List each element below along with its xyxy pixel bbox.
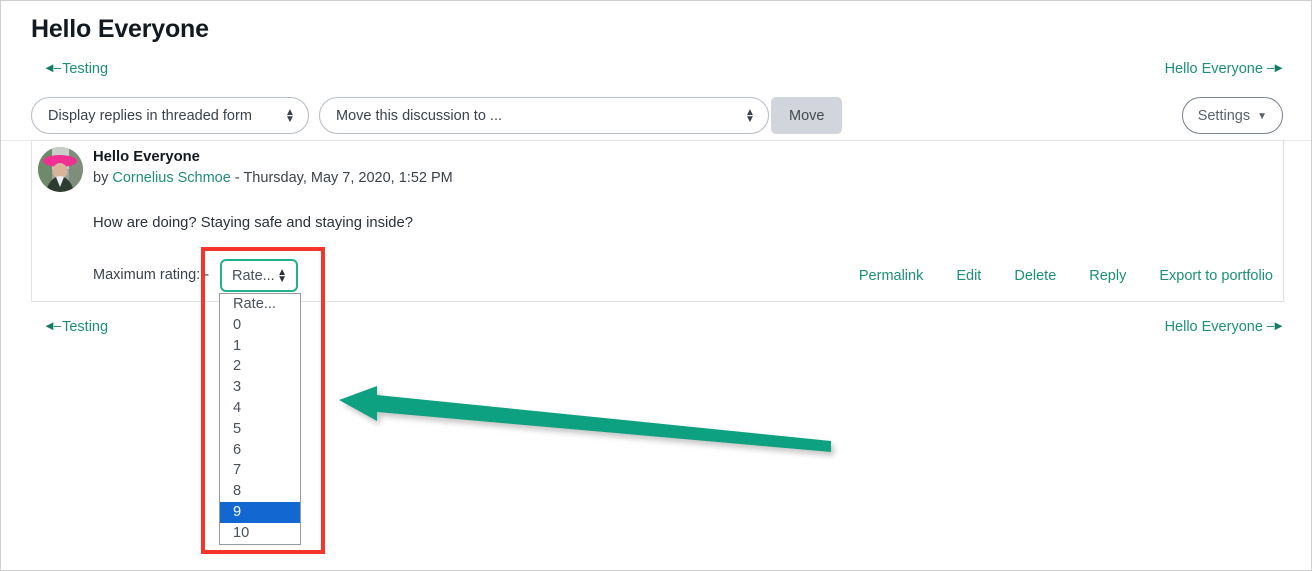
move-button[interactable]: Move (771, 97, 843, 134)
nav-prev-discussion-bottom[interactable]: ◄– Testing (43, 318, 109, 335)
rating-option-6[interactable]: 6 (220, 440, 300, 461)
arrow-right-icon: –► (1266, 60, 1285, 75)
nav-prev-label-top: Testing (62, 61, 109, 77)
discussion-toolbar: Display replies in threaded form ▲ ▼ Move… (31, 97, 1283, 135)
display-mode-select[interactable]: Display replies in threaded form ▲ ▼ (31, 97, 309, 134)
nav-next-discussion-top[interactable]: Hello Everyone –► (1164, 60, 1285, 77)
rating-select-options-list[interactable]: Rate... 0 1 2 3 4 5 6 7 8 9 10 (219, 293, 301, 545)
page-root: Hello Everyone ◄– Testing Hello Everyone –… (0, 0, 1312, 571)
updown-caret-icon: ▲ ▼ (745, 106, 755, 125)
export-to-portfolio-link[interactable]: Export to portfolio (1159, 268, 1273, 284)
nav-next-label-bottom: Hello Everyone (1164, 319, 1263, 335)
rating-select[interactable]: Rate... ▲ ▼ (220, 259, 298, 292)
forum-post-card: Hello Everyone by Cornelius Schmoe - Thu… (31, 140, 1284, 302)
rating-option-8[interactable]: 8 (220, 481, 300, 502)
nav-next-label-top: Hello Everyone (1164, 61, 1263, 77)
rating-option-9[interactable]: 9 (220, 501, 300, 523)
maximum-rating-label: Maximum rating: - (93, 267, 210, 283)
move-button-label: Move (789, 107, 825, 124)
annotation-arrow (339, 386, 831, 452)
settings-button-label: Settings (1197, 107, 1251, 124)
post-action-links: Permalink Edit Delete Reply Export to po… (859, 268, 1273, 284)
nav-next-discussion-bottom[interactable]: Hello Everyone –► (1164, 318, 1285, 335)
updown-caret-icon: ▲ ▼ (277, 266, 287, 285)
move-discussion-value: Move this discussion to ... (336, 107, 503, 124)
post-body: How are doing? Staying safe and staying … (93, 215, 413, 231)
arrow-left-icon: ◄– (43, 60, 61, 75)
display-mode-value: Display replies in threaded form (48, 107, 252, 124)
rating-option-rate[interactable]: Rate... (220, 294, 300, 315)
arrow-left-icon: ◄– (43, 318, 61, 333)
move-discussion-select[interactable]: Move this discussion to ... ▲ ▼ (319, 97, 769, 134)
nav-prev-discussion-top[interactable]: ◄– Testing (43, 60, 109, 77)
chevron-down-icon: ▼ (1257, 111, 1267, 122)
post-byline-prefix: by (93, 170, 113, 186)
post-byline-separator: - (230, 170, 244, 186)
page-title: Hello Everyone (31, 15, 209, 43)
rating-option-7[interactable]: 7 (220, 460, 300, 481)
post-timestamp: Thursday, May 7, 2020, 1:52 PM (243, 170, 453, 186)
rating-option-5[interactable]: 5 (220, 419, 300, 440)
reply-link[interactable]: Reply (1089, 268, 1126, 284)
arrow-right-icon: –► (1266, 318, 1285, 333)
permalink-link[interactable]: Permalink (859, 268, 923, 284)
post-subject: Hello Everyone (93, 149, 200, 165)
rating-select-value: Rate... (232, 267, 275, 284)
updown-caret-icon: ▲ ▼ (285, 106, 295, 125)
rating-option-10[interactable]: 10 (220, 523, 300, 544)
post-author-link[interactable]: Cornelius Schmoe (112, 170, 230, 186)
rating-option-0[interactable]: 0 (220, 315, 300, 336)
avatar[interactable] (38, 147, 83, 192)
edit-link[interactable]: Edit (956, 268, 981, 284)
rating-option-4[interactable]: 4 (220, 398, 300, 419)
nav-prev-label-bottom: Testing (62, 319, 109, 335)
rating-option-3[interactable]: 3 (220, 377, 300, 398)
rating-option-2[interactable]: 2 (220, 356, 300, 377)
rating-option-1[interactable]: 1 (220, 336, 300, 357)
discussion-nav-top: ◄– Testing Hello Everyone –► (31, 60, 1285, 83)
post-byline: by Cornelius Schmoe - Thursday, May 7, 2… (93, 170, 453, 186)
delete-link[interactable]: Delete (1014, 268, 1056, 284)
settings-button[interactable]: Settings ▼ (1181, 97, 1283, 134)
